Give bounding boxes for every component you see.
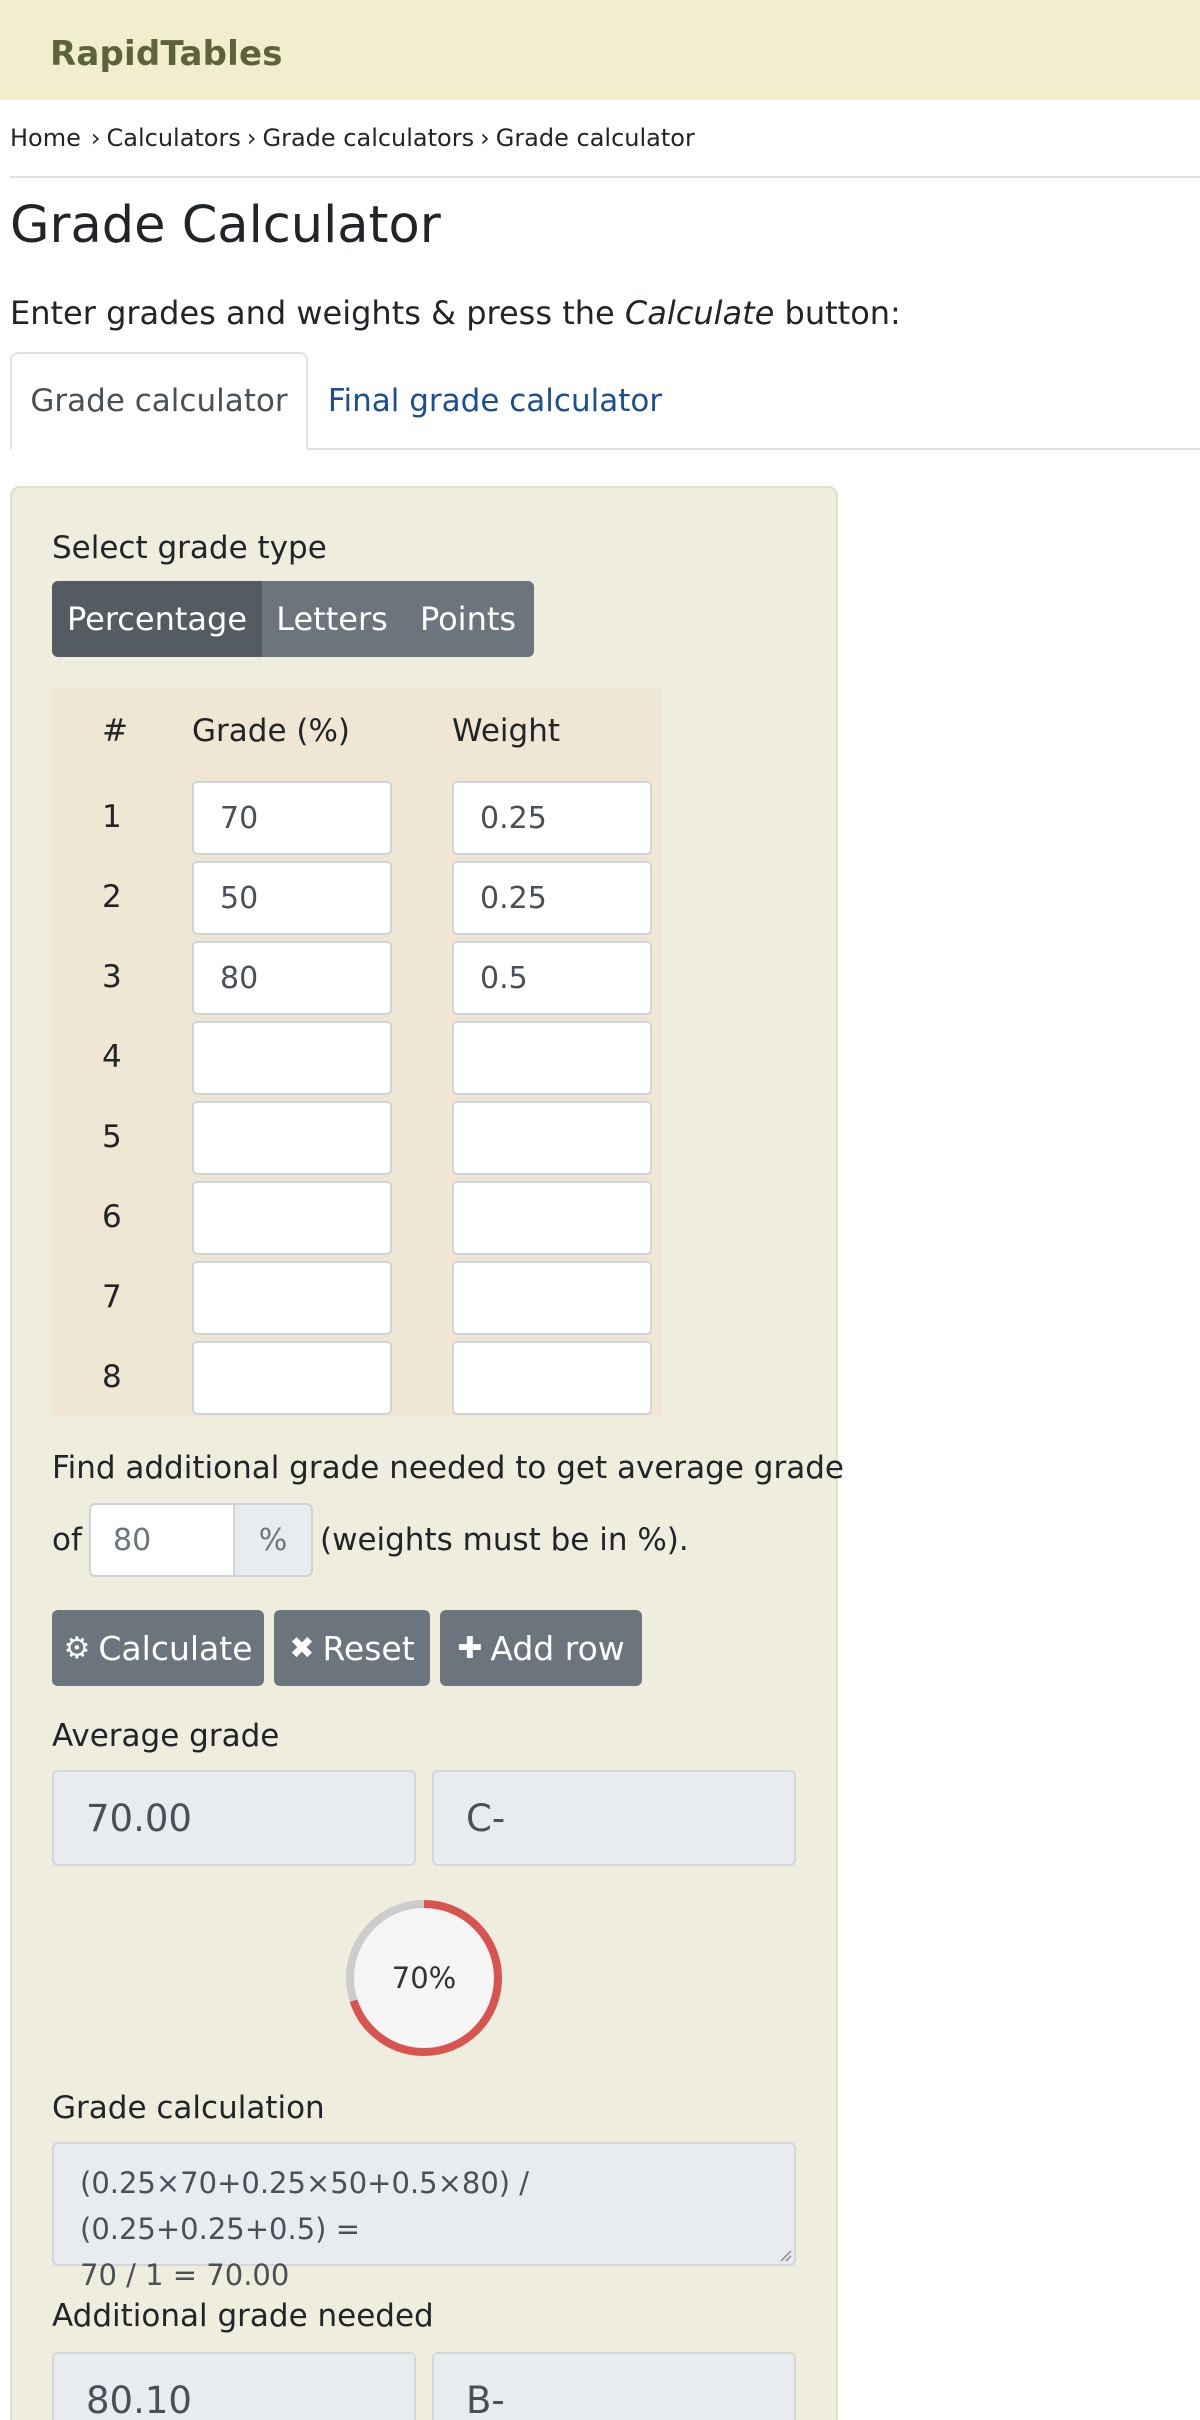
average-grade-label: Average grade — [52, 1718, 280, 1754]
calculate-button-label: Calculate — [98, 1628, 253, 1668]
breadcrumb: Home › Calculators › Grade calculators › Grade… — [10, 124, 695, 152]
average-letter-output: C- — [432, 1770, 796, 1866]
grade-calculation-label: Grade calculation — [52, 2090, 325, 2126]
calculate-button[interactable]: ⚙ Calculate — [52, 1610, 264, 1686]
brand-logo[interactable]: RapidTables — [50, 34, 283, 74]
grade-input[interactable] — [192, 1181, 392, 1255]
additional-grade-output: 80.10 — [52, 2352, 416, 2420]
grade-input[interactable]: 80 — [192, 941, 392, 1015]
breadcrumb-current: Grade calculator — [495, 124, 695, 152]
intro-after: button: — [774, 294, 901, 332]
row-number: 3 — [102, 959, 122, 995]
column-header-weight: Weight — [452, 713, 561, 749]
grade-input[interactable] — [192, 1101, 392, 1175]
weight-input[interactable]: 0.5 — [452, 941, 652, 1015]
percent-addon: % — [233, 1503, 313, 1577]
weight-input[interactable] — [452, 1341, 652, 1415]
breadcrumb-home[interactable]: Home — [10, 124, 81, 152]
average-grade-output: 70.00 — [52, 1770, 416, 1866]
breadcrumb-calculators[interactable]: Calculators — [106, 124, 240, 152]
row-number: 4 — [102, 1039, 122, 1075]
weight-input[interactable]: 0.25 — [452, 781, 652, 855]
target-average-input[interactable]: 80 — [89, 1503, 235, 1577]
weight-input[interactable] — [452, 1261, 652, 1335]
additional-grade-needed-label: Additional grade needed — [52, 2298, 434, 2334]
grade-calculation-textarea[interactable]: (0.25×70+0.25×50+0.5×80) / (0.25+0.25+0.… — [52, 2142, 796, 2292]
calculation-line-1: (0.25×70+0.25×50+0.5×80) / (0.25+0.25+0.… — [80, 2166, 530, 2246]
add-row-button-label: Add row — [490, 1628, 625, 1668]
row-number: 6 — [102, 1199, 122, 1235]
grade-input[interactable] — [192, 1021, 392, 1095]
weight-input[interactable] — [452, 1021, 652, 1095]
intro-before: Enter grades and weights & press the — [10, 294, 625, 332]
plus-icon: ✚ — [457, 1630, 483, 1666]
grade-type-letters-button[interactable]: Letters — [262, 581, 402, 657]
grade-input[interactable]: 70 — [192, 781, 392, 855]
row-number: 1 — [102, 799, 122, 835]
grade-input[interactable]: 50 — [192, 861, 392, 935]
additional-grade-text: Find additional grade needed to get aver… — [52, 1450, 844, 1486]
resize-grip-icon[interactable] — [776, 2246, 792, 2262]
weights-note: (weights must be in %). — [320, 1522, 689, 1558]
row-number: 5 — [102, 1119, 122, 1155]
weight-input[interactable]: 0.25 — [452, 861, 652, 935]
row-number: 7 — [102, 1279, 122, 1315]
breadcrumb-separator: › — [480, 124, 490, 152]
donut-percent-label: 70% — [391, 1961, 457, 1995]
grade-type-points-button[interactable]: Points — [402, 581, 534, 657]
grade-type-percentage-button[interactable]: Percentage — [52, 581, 262, 657]
divider — [10, 176, 1200, 178]
reset-button[interactable]: ✖ Reset — [274, 1610, 430, 1686]
weight-input[interactable] — [452, 1101, 652, 1175]
intro-emphasis: Calculate — [624, 294, 775, 332]
additional-letter-output: B- — [432, 2352, 796, 2420]
grade-input[interactable] — [192, 1261, 392, 1335]
breadcrumb-grade-calculators[interactable]: Grade calculators — [262, 124, 474, 152]
weight-input[interactable] — [452, 1181, 652, 1255]
gear-icon: ⚙ — [63, 1630, 91, 1666]
row-number: 8 — [102, 1359, 122, 1395]
tab-grade-calculator[interactable]: Grade calculator — [10, 352, 308, 450]
column-header-grade: Grade (%) — [192, 713, 351, 749]
intro-text: Enter grades and weights & press the Cal… — [10, 294, 901, 332]
add-row-button[interactable]: ✚ Add row — [440, 1610, 642, 1686]
calculation-line-2: 70 / 1 = 70.00 — [80, 2258, 290, 2292]
page-title: Grade Calculator — [10, 196, 441, 255]
grade-type-selector: Percentage Letters Points — [52, 581, 534, 657]
reset-button-label: Reset — [322, 1628, 415, 1668]
row-number: 2 — [102, 879, 122, 915]
grade-input[interactable] — [192, 1341, 392, 1415]
tab-final-grade-calculator[interactable]: Final grade calculator — [320, 352, 670, 450]
grades-table: # Grade (%) Weight 1 70 0.25 2 50 0.25 3… — [52, 689, 662, 1417]
additional-of-text: of — [52, 1522, 82, 1558]
column-header-number: # — [102, 713, 128, 749]
breadcrumb-separator: › — [246, 124, 257, 152]
close-icon: ✖ — [289, 1630, 315, 1666]
top-bar: RapidTables — [0, 0, 1200, 100]
breadcrumb-separator: › — [90, 124, 101, 152]
grade-type-label: Select grade type — [52, 530, 327, 566]
